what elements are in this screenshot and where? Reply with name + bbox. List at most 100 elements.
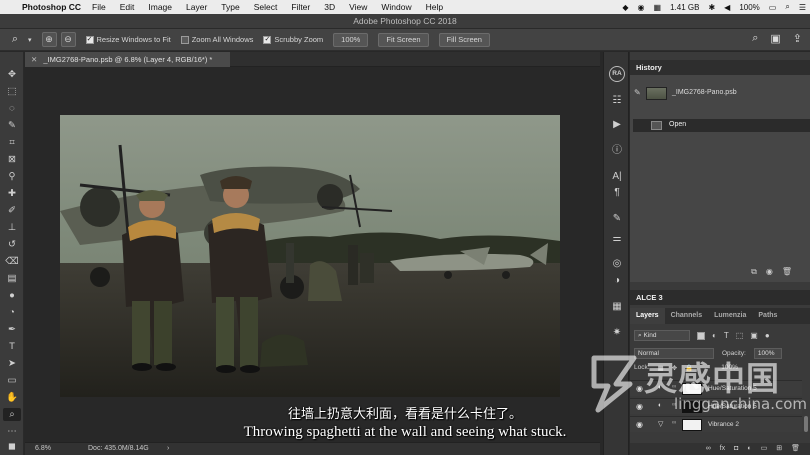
history-panel-icon[interactable]: ☷ <box>608 94 626 108</box>
tab-channels[interactable]: Channels <box>665 308 709 324</box>
swatches-panel-icon[interactable]: ◎ <box>608 257 626 271</box>
link-layers-icon[interactable]: ∞ <box>706 443 711 455</box>
blur-tool-icon[interactable]: ● <box>3 289 21 302</box>
lasso-tool-icon[interactable]: ◌ <box>3 102 21 115</box>
watermark-chinese: 灵感中国 <box>644 359 780 398</box>
healing-brush-tool-icon[interactable]: ✚ <box>3 187 21 200</box>
eyedropper-tool-icon[interactable]: ⚲ <box>3 170 21 183</box>
add-mask-icon[interactable]: ◘ <box>734 443 738 455</box>
history-brush-tool-icon[interactable]: ↺ <box>3 238 21 251</box>
properties-panel-icon[interactable]: ✷ <box>608 326 626 340</box>
zoom-out-button[interactable]: ⊖ <box>60 32 76 47</box>
battery-icon[interactable]: ▭ <box>769 3 777 12</box>
menu-file[interactable]: File <box>92 2 106 12</box>
foreground-color-icon[interactable]: ◼ <box>3 440 21 453</box>
zoom-100-button[interactable]: 100% <box>333 32 369 47</box>
filter-kind-select[interactable]: ⌕ Kind <box>634 330 690 341</box>
chevron-right-icon[interactable]: › <box>167 443 169 455</box>
bluetooth-icon[interactable]: ✱ <box>708 3 715 12</box>
color-panel-icon[interactable]: ◑ <box>608 274 626 288</box>
camera-icon[interactable]: ◉ <box>638 3 645 12</box>
brush-panel-icon[interactable]: ✎ <box>608 212 626 226</box>
chevron-down-icon[interactable]: ▾ <box>28 36 32 44</box>
document-canvas[interactable] <box>25 67 600 442</box>
pixel-filter-icon[interactable] <box>697 331 705 340</box>
menu-window[interactable]: Window <box>381 2 411 12</box>
zoom-tool-icon[interactable]: ⌕ <box>6 32 24 48</box>
rectangle-tool-icon[interactable]: ▭ <box>3 374 21 387</box>
workspace-icon[interactable]: ▣ <box>770 32 780 45</box>
smart-object-filter-icon[interactable]: ▣ <box>750 331 758 340</box>
notification-center-icon[interactable]: ☰ <box>799 3 806 12</box>
new-group-icon[interactable]: ▭ <box>761 443 768 455</box>
crop-tool-icon[interactable]: ⌗ <box>3 136 21 149</box>
menu-3d[interactable]: 3D <box>324 2 335 12</box>
history-panel-title[interactable]: History <box>630 60 810 75</box>
paragraph-panel-icon[interactable]: ¶ <box>608 186 626 200</box>
type-filter-icon[interactable]: T <box>724 331 729 340</box>
tab-layers[interactable]: Layers <box>630 308 665 324</box>
zoom-level-field[interactable]: 6.8% <box>35 445 51 452</box>
dodge-tool-icon[interactable]: ◔ <box>3 306 21 319</box>
history-brush-source-icon[interactable]: ✎ <box>634 88 641 97</box>
scrubby-zoom-checkbox[interactable]: ✓ Scrubby Zoom <box>263 35 323 44</box>
ra-panel-button[interactable]: RA <box>609 66 625 82</box>
marquee-tool-icon[interactable]: ⬚ <box>3 85 21 98</box>
close-icon[interactable]: ✕ <box>31 55 37 64</box>
fill-screen-button[interactable]: Fill Screen <box>438 32 490 47</box>
info-icon[interactable]: ⓘ <box>608 144 626 158</box>
menu-type[interactable]: Type <box>221 2 239 12</box>
eraser-tool-icon[interactable]: ⌫ <box>3 255 21 268</box>
zoom-in-button[interactable]: ⊕ <box>41 32 57 47</box>
frame-tool-icon[interactable]: ⊠ <box>3 153 21 166</box>
history-snapshot[interactable]: ✎ _IMG2768-Pano.psb <box>630 85 810 102</box>
search-icon[interactable]: ⌕ <box>752 32 758 45</box>
brush-tool-icon[interactable]: ✐ <box>3 204 21 217</box>
gradient-tool-icon[interactable]: ▤ <box>3 272 21 285</box>
clone-stamp-tool-icon[interactable]: ⊥ <box>3 221 21 234</box>
adjustments-panel-icon[interactable]: ⚌ <box>608 232 626 246</box>
menu-layer[interactable]: Layer <box>186 2 207 12</box>
trash-icon[interactable]: 🗑 <box>791 443 800 455</box>
zoom-all-checkbox[interactable]: Zoom All Windows <box>180 35 253 44</box>
volume-icon[interactable]: ◀ <box>724 3 730 12</box>
battery-readout[interactable]: 100% <box>739 3 759 12</box>
fit-screen-button[interactable]: Fit Screen <box>378 32 429 47</box>
adjustment-filter-icon[interactable]: ◐ <box>712 331 717 340</box>
history-state-row[interactable]: Open <box>633 119 810 132</box>
document-image[interactable] <box>60 115 560 397</box>
new-adjustment-icon[interactable]: ◐ <box>747 443 751 455</box>
libraries-panel-title[interactable]: ALCE 3 <box>630 290 810 305</box>
type-tool-icon[interactable]: T <box>3 340 21 353</box>
move-tool-icon[interactable]: ✥ <box>3 68 21 81</box>
document-tab[interactable]: ✕ _IMG2768-Pano.psb @ 6.8% (Layer 4, RGB… <box>25 52 230 67</box>
memory-readout[interactable]: 1.41 GB <box>670 3 699 12</box>
new-layer-icon[interactable]: ⊞ <box>776 443 782 455</box>
menu-select[interactable]: Select <box>254 2 278 12</box>
resize-windows-checkbox[interactable]: ✓ Resize Windows to Fit <box>85 35 171 44</box>
libraries-panel-icon[interactable]: ▦ <box>608 300 626 314</box>
play-actions-icon[interactable]: ▶ <box>608 118 626 132</box>
menu-app-name[interactable]: Photoshop CC <box>22 2 81 12</box>
character-panel-icon[interactable]: A| <box>608 170 626 184</box>
shape-filter-icon[interactable]: ⬚ <box>736 331 744 340</box>
camera-icon[interactable]: ◉ <box>766 267 773 277</box>
quick-select-tool-icon[interactable]: ✎ <box>3 119 21 132</box>
menu-filter[interactable]: Filter <box>291 2 310 12</box>
spotlight-icon[interactable]: ⌕ <box>785 2 789 12</box>
memory-chip-icon[interactable]: ▦ <box>654 3 662 12</box>
tab-lumenzia[interactable]: Lumenzia <box>708 308 752 324</box>
path-selection-tool-icon[interactable]: ➤ <box>3 357 21 370</box>
fx-icon[interactable]: fx <box>720 443 725 455</box>
new-document-from-state-icon[interactable]: ⧉ <box>751 267 757 277</box>
dropbox-icon[interactable]: ◆ <box>622 3 628 12</box>
pen-tool-icon[interactable]: ✒ <box>3 323 21 336</box>
tab-paths[interactable]: Paths <box>752 308 783 324</box>
trash-icon[interactable]: 🗑 <box>782 267 792 277</box>
menu-help[interactable]: Help <box>426 2 443 12</box>
menu-image[interactable]: Image <box>148 2 172 12</box>
menu-view[interactable]: View <box>349 2 367 12</box>
share-icon[interactable]: ⇪ <box>793 32 802 45</box>
filter-toggle-icon[interactable]: ● <box>765 331 770 340</box>
menu-edit[interactable]: Edit <box>120 2 135 12</box>
